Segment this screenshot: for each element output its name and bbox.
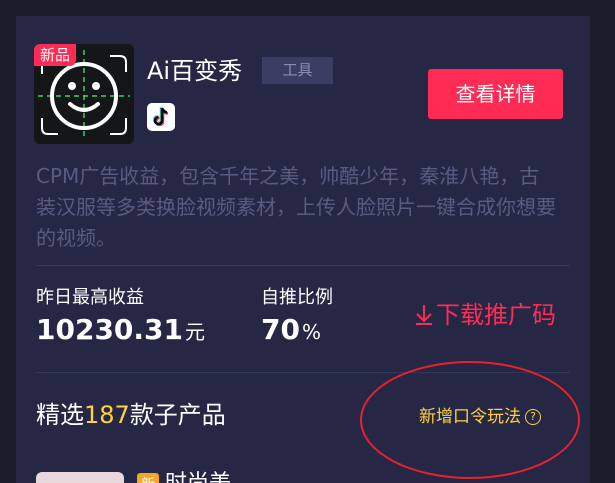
product-description: CPM广告收益，包含千年之美，帅酷少年，秦淮八艳，古装汉服等多类换脸视频素材，上… <box>36 164 556 250</box>
product-thumbnail[interactable]: 新品 <box>34 44 134 144</box>
sub-product-thumbnail[interactable] <box>36 472 124 483</box>
sub-product-new-badge: 新 <box>137 473 159 483</box>
heading-suffix: 款子产品 <box>129 401 226 429</box>
product-card: 新品 Ai百变秀 工具 查看详情 CPM广告收益，包含千年之美，帅酷少年，秦淮八… <box>16 16 590 483</box>
download-promo-code-link[interactable]: 下载推广码 <box>414 299 556 331</box>
ratio-amount: 70 <box>261 313 300 346</box>
ratio-unit: % <box>301 320 321 344</box>
earnings-amount: 10230.31 <box>36 313 184 346</box>
download-arrow-icon <box>416 305 432 325</box>
annotation-circle <box>360 361 580 479</box>
view-details-button[interactable]: 查看详情 <box>428 69 563 119</box>
product-title: Ai百变秀 <box>147 57 243 85</box>
earnings-unit: 元 <box>185 320 206 344</box>
divider <box>36 265 570 266</box>
sub-products-heading: 精选187款子产品 <box>36 399 226 431</box>
self-promo-ratio-value: 70% <box>261 313 321 349</box>
sub-product-name[interactable]: 时尚美 <box>165 469 231 483</box>
new-badge: 新品 <box>34 44 77 66</box>
tiktok-icon <box>147 103 175 131</box>
yesterday-earnings-value: 10230.31 元 <box>36 313 205 349</box>
yesterday-earnings-label: 昨日最高收益 <box>36 287 144 308</box>
self-promo-ratio-label: 自推比例 <box>261 287 333 308</box>
download-label: 下载推广码 <box>436 301 556 329</box>
heading-prefix: 精选 <box>36 401 84 429</box>
sub-product-count: 187 <box>84 401 130 429</box>
category-tag: 工具 <box>262 57 333 84</box>
